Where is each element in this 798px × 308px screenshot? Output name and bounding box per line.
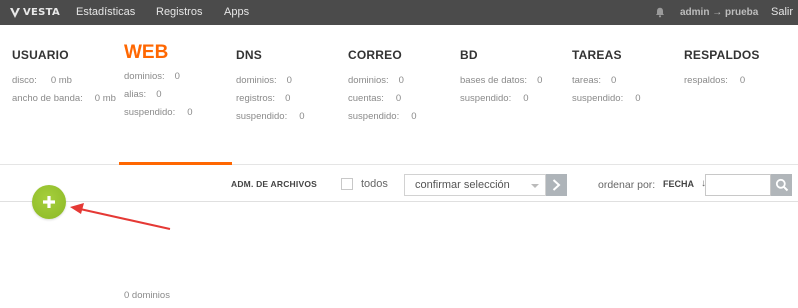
toolbar-divider xyxy=(0,201,798,202)
search-button[interactable] xyxy=(771,174,792,196)
stat-row: bases de datos: 0 xyxy=(460,72,570,90)
stat-row: suspendido: 0 xyxy=(124,104,234,122)
stat-row: dominios: 0 xyxy=(236,72,346,90)
top-navigation-bar: VESTA Estadísticas Registros Apps admin … xyxy=(0,0,798,25)
panel-title: CORREO xyxy=(348,48,402,62)
stat-label: registros: xyxy=(236,93,276,104)
panel-dns[interactable]: DNS dominios: 0 registros: 0 suspendido: 0 xyxy=(236,48,346,126)
stat-value: 0 xyxy=(635,93,641,104)
stat-row: ancho de banda: 0 mb xyxy=(12,90,122,108)
bulk-action-select[interactable]: confirmar selección xyxy=(404,174,546,196)
stat-label: dominios: xyxy=(124,71,165,82)
current-user[interactable]: admin → prueba xyxy=(680,0,758,25)
stat-value: 0 xyxy=(286,75,292,86)
panel-title: DNS xyxy=(236,48,262,62)
bell-icon[interactable] xyxy=(655,7,665,18)
stat-label: dominios: xyxy=(236,75,277,86)
sort-by-date[interactable]: FECHA xyxy=(663,179,694,189)
stat-row: disco: 0 mb xyxy=(12,72,122,90)
stat-row: respaldos: 0 xyxy=(684,72,794,90)
panel-title: WEB xyxy=(124,42,169,63)
stat-value: 0 mb xyxy=(50,75,72,86)
stat-value: 0 xyxy=(285,93,291,104)
file-manager-link[interactable]: ADM. DE ARCHIVOS xyxy=(231,179,317,189)
nav-item-registros[interactable]: Registros xyxy=(156,0,202,25)
stat-value: 0 xyxy=(537,75,543,86)
stat-value: 0 xyxy=(398,75,404,86)
apply-bulk-action-button[interactable] xyxy=(546,174,567,196)
search-icon xyxy=(775,178,789,192)
panel-title: TAREAS xyxy=(572,48,622,62)
stat-row: suspendido: 0 xyxy=(348,108,458,126)
stat-label: dominios: xyxy=(348,75,389,86)
stat-label: ancho de banda: xyxy=(12,93,83,104)
stat-label: suspendido: xyxy=(348,111,400,122)
stat-label: disco: xyxy=(12,75,37,86)
logo-text: VESTA xyxy=(23,7,61,18)
stat-row: cuentas: 0 xyxy=(348,90,458,108)
stat-value: 0 mb xyxy=(94,93,116,104)
sort-label: ordenar por: xyxy=(598,179,656,191)
annotation-arrow xyxy=(70,203,171,230)
nav-item-estadisticas[interactable]: Estadísticas xyxy=(76,0,135,25)
panel-title: BD xyxy=(460,48,478,62)
stat-value: 0 xyxy=(411,111,417,122)
stat-label: cuentas: xyxy=(348,93,384,104)
stat-value: 0 xyxy=(187,107,193,118)
stat-label: suspendido: xyxy=(124,107,176,118)
chevron-right-icon xyxy=(552,179,561,191)
select-all-checkbox[interactable] xyxy=(341,178,353,190)
stat-value: 0 xyxy=(395,93,402,104)
panel-usuario[interactable]: USUARIO disco: 0 mb ancho de banda: 0 mb xyxy=(12,48,122,108)
stat-value: 0 xyxy=(523,93,529,104)
panel-respaldos[interactable]: RESPALDOS respaldos: 0 xyxy=(684,48,794,90)
stat-label: alias: xyxy=(124,89,147,100)
stat-row: suspendido: 0 xyxy=(236,108,346,126)
panel-bd[interactable]: BD bases de datos: 0 suspendido: 0 xyxy=(460,48,570,108)
plus-icon xyxy=(43,196,55,208)
stat-row: suspendido: 0 xyxy=(572,90,682,108)
add-domain-button[interactable] xyxy=(32,185,66,219)
stat-value: 0 xyxy=(739,75,746,86)
logout-link[interactable]: Salir xyxy=(771,0,793,25)
stat-row: dominios: 0 xyxy=(124,68,234,86)
stat-label: tareas: xyxy=(572,75,602,86)
stat-row: dominios: 0 xyxy=(348,72,458,90)
stat-row: registros: 0 xyxy=(236,90,346,108)
domain-count: 0 dominios xyxy=(124,290,170,301)
stat-row: alias: 0 xyxy=(124,86,234,104)
vesta-logo[interactable]: VESTA xyxy=(9,6,60,19)
panel-title: USUARIO xyxy=(12,48,69,62)
panel-tareas[interactable]: TAREAS tareas: 0 suspendido: 0 xyxy=(572,48,682,108)
select-all-label[interactable]: todos xyxy=(361,178,388,190)
stat-label: suspendido: xyxy=(572,93,624,104)
stat-value: 0 xyxy=(299,111,305,122)
chevron-down-icon xyxy=(531,184,539,188)
stat-value: 0 xyxy=(174,71,180,82)
bulk-action-value: confirmar selección xyxy=(415,179,510,191)
stat-label: suspendido: xyxy=(236,111,288,122)
nav-item-apps[interactable]: Apps xyxy=(224,0,249,25)
stat-label: respaldos: xyxy=(684,75,728,86)
panel-correo[interactable]: CORREO dominios: 0 cuentas: 0 suspendido: 0 xyxy=(348,48,458,126)
stat-label: bases de datos: xyxy=(460,75,528,86)
stat-value: 0 xyxy=(156,89,162,100)
panel-title: RESPALDOS xyxy=(684,48,760,62)
stat-value: 0 xyxy=(611,75,617,86)
search-input[interactable] xyxy=(705,174,771,196)
stat-label: suspendido: xyxy=(460,93,512,104)
stat-row: suspendido: 0 xyxy=(460,90,570,108)
stat-row: tareas: 0 xyxy=(572,72,682,90)
vesta-logo-icon xyxy=(10,7,20,18)
panel-web[interactable]: WEB dominios: 0 alias: 0 suspendido: 0 xyxy=(124,43,234,122)
